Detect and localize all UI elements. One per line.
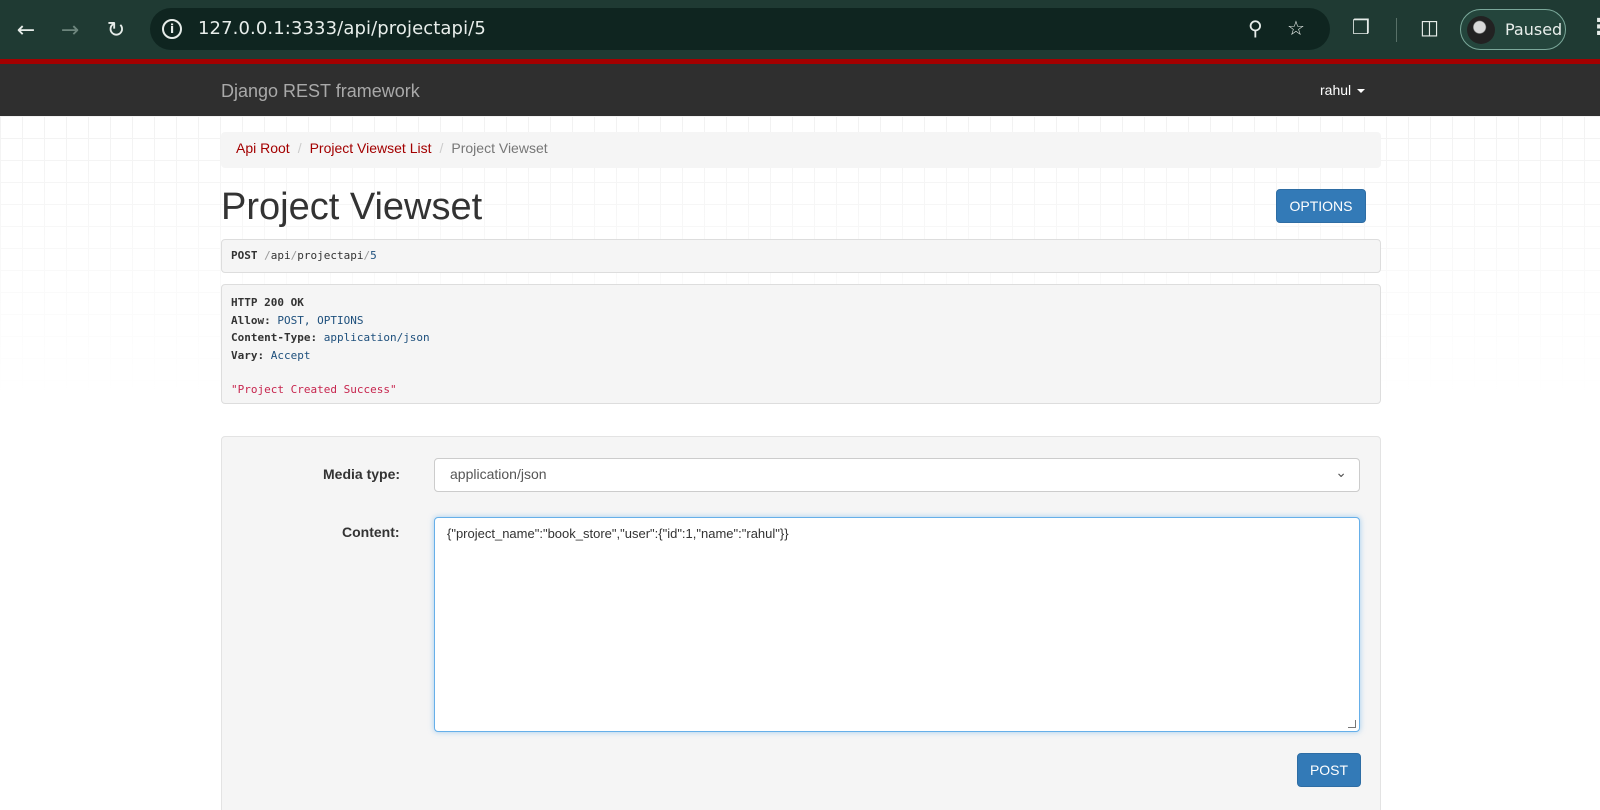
header-value: Accept: [270, 348, 311, 362]
user-name: rahul: [1320, 82, 1352, 98]
breadcrumb-project-viewset-list[interactable]: Project Viewset List: [310, 140, 432, 156]
caret-down-icon: [1357, 89, 1366, 94]
content-textarea[interactable]: {"project_name":"book_store","user":{"id…: [434, 517, 1360, 732]
page-title: Project Viewset: [221, 186, 483, 228]
raw-data-form: Media type: application/json ⌄ Content: …: [221, 436, 1381, 810]
browser-menu-icon[interactable]: ⋮: [1588, 15, 1600, 40]
back-arrow-icon[interactable]: ←: [10, 14, 42, 46]
media-type-value: application/json: [450, 466, 547, 482]
forward-arrow-icon[interactable]: →: [54, 14, 86, 46]
response-body: "Project Created Success": [231, 383, 397, 396]
breadcrumb-separator: /: [297, 140, 302, 156]
address-bar[interactable]: i 127.0.0.1:3333/api/projectapi/5 ⚲ ☆: [150, 8, 1330, 50]
extensions-icon[interactable]: ❒: [1352, 15, 1370, 39]
zoom-icon[interactable]: ⚲: [1248, 16, 1263, 40]
profile-button[interactable]: Paused: [1460, 9, 1566, 50]
reload-icon[interactable]: ↻: [100, 14, 132, 46]
header-name: Vary:: [231, 348, 265, 362]
request-method: POST: [231, 249, 258, 262]
content-label: Content:: [342, 524, 400, 540]
breadcrumb: Api Root / Project Viewset List / Project Vi…: [221, 132, 1381, 168]
path-segment: api: [270, 249, 291, 262]
header-name: Allow:: [231, 313, 271, 327]
media-type-label: Media type:: [323, 466, 401, 482]
site-info-icon[interactable]: i: [162, 19, 182, 39]
response-info: HTTP 200 OK Allow: POST, OPTIONS Content…: [221, 284, 1381, 404]
side-panel-icon[interactable]: ◫: [1420, 15, 1439, 39]
breadcrumb-separator: /: [439, 140, 444, 156]
navbar-brand[interactable]: Django REST framework: [221, 81, 420, 102]
post-button[interactable]: POST: [1297, 753, 1361, 787]
path-segment: projectapi: [297, 249, 364, 262]
options-button[interactable]: OPTIONS: [1276, 189, 1366, 223]
breadcrumb-current: Project Viewset: [451, 140, 548, 156]
breadcrumb-api-root[interactable]: Api Root: [236, 140, 290, 156]
path-segment: 5: [370, 249, 377, 262]
avatar: [1467, 16, 1495, 44]
request-info: POST /api/projectapi/5: [221, 239, 1381, 273]
response-status: HTTP 200 OK: [231, 296, 304, 309]
resize-handle[interactable]: [1348, 720, 1356, 728]
url-text[interactable]: 127.0.0.1:3333/api/projectapi/5: [198, 18, 486, 39]
profile-status: Paused: [1505, 20, 1563, 39]
header-value: POST, OPTIONS: [277, 313, 364, 327]
user-dropdown[interactable]: rahul: [1320, 82, 1366, 98]
header-name: Content-Type:: [231, 331, 318, 344]
chevron-down-icon: ⌄: [1335, 465, 1347, 481]
bookmark-star-icon[interactable]: ☆: [1287, 16, 1305, 40]
content-value: {"project_name":"book_store","user":{"id…: [447, 526, 789, 541]
media-type-select[interactable]: application/json ⌄: [434, 458, 1360, 492]
browser-toolbar: ← → ↻ i 127.0.0.1:3333/api/projectapi/5 …: [0, 0, 1600, 59]
header-value: application/json: [323, 331, 430, 344]
navbar: Django REST framework rahul: [0, 64, 1600, 116]
toolbar-divider: [1396, 18, 1397, 42]
